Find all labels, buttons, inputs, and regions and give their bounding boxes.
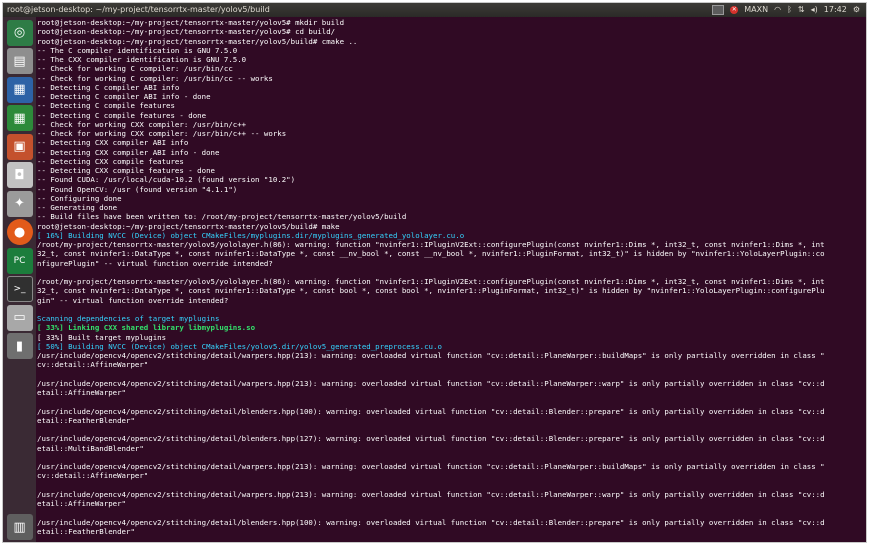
terminal-output[interactable]: root@jetson-desktop:~/my-project/tensorr… <box>37 18 866 542</box>
terminal-line: -- The CXX compiler identification is GN… <box>37 55 247 64</box>
nvidia-icon[interactable] <box>712 5 725 15</box>
terminal-line: -- Found CUDA: /usr/local/cuda-10.2 (fou… <box>37 175 296 185</box>
system-tray: ✕ MAXN ◠ ᛒ ⇅ ◂) 17:42 ⚙ <box>712 3 860 17</box>
terminal-line: [ 33%] Built target myplugins <box>37 332 167 342</box>
firefox-icon: ● <box>13 224 26 240</box>
trash-icon: ▥ <box>13 519 26 535</box>
drive-icon: ▭ <box>13 310 26 325</box>
libreoffice-impress-icon: ▣ <box>13 139 26 154</box>
terminal-line: root@jetson-desktop:~/my-project/tensorr… <box>37 221 340 231</box>
terminal-line: -- Detecting C compiler ABI info <box>37 82 180 92</box>
terminal-line: -- Check for working CXX compiler: /usr/… <box>37 129 287 138</box>
terminal-line: Scanning dependencies of target myplugin… <box>37 314 220 323</box>
terminal-line: /usr/include/opencv4/opencv2/stitching/d… <box>37 462 825 471</box>
keyboard-icon[interactable]: ⇅ <box>798 3 805 17</box>
terminal-line: /usr/include/opencv4/opencv2/stitching/d… <box>37 517 825 527</box>
wifi-icon[interactable]: ◠ <box>774 3 781 17</box>
terminal-line: -- Detecting CXX compile features - done <box>37 166 215 175</box>
terminal-line: -- Detecting CXX compile features <box>37 156 184 166</box>
terminal-line: /usr/include/opencv4/opencv2/stitching/d… <box>37 489 825 499</box>
terminal-line: -- Check for working C compiler: /usr/bi… <box>37 73 273 83</box>
terminal-line: nfigurePlugin" -- virtual function overr… <box>37 258 273 268</box>
top-panel: root@jetson-desktop: ~/my-project/tensor… <box>3 3 866 17</box>
terminal-line: -- Detecting C compile features - done <box>37 110 207 120</box>
gear-icon[interactable]: ⚙ <box>853 3 860 17</box>
libreoffice-impress-launcher-button[interactable]: ▣ <box>6 133 33 160</box>
terminal-line: cv::detail::AffineWarper" <box>37 360 149 370</box>
ubuntu-logo-launcher-button[interactable]: ◎ <box>6 19 33 46</box>
terminal-line: -- Detecting CXX compiler ABI info <box>37 138 189 148</box>
bluetooth-icon[interactable]: ᛒ <box>787 3 792 17</box>
drive-launcher-button[interactable]: ▭ <box>6 304 33 331</box>
libreoffice-calc-icon: ▦ <box>13 110 26 126</box>
terminal-line: etail::MultiBandBlender" <box>37 443 144 453</box>
firefox-launcher-button[interactable]: ● <box>6 219 33 245</box>
files-icon: ▤ <box>13 53 26 69</box>
terminal-line: [ 16%] Building NVCC (Device) object CMa… <box>37 230 465 240</box>
libreoffice-calc-launcher-button[interactable]: ▦ <box>6 105 33 131</box>
terminal-line: -- The C compiler identification is GNU … <box>37 45 238 55</box>
files-launcher-button[interactable]: ▤ <box>6 48 33 74</box>
terminal-line: etail::FeatherBlender" <box>37 415 135 425</box>
libreoffice-writer-launcher-button[interactable]: ▦ <box>6 76 33 103</box>
terminal-line: -- Build files have been written to: /ro… <box>37 212 407 222</box>
system-settings-icon: ✦ <box>14 196 25 211</box>
terminal-line: 32_t, const nvinfer1::DataType *, const … <box>37 249 825 259</box>
clock[interactable]: 17:42 <box>824 3 847 17</box>
terminal-line: -- Detecting C compiler ABI info - done <box>37 92 211 101</box>
software-center-icon: ◘ <box>14 167 25 183</box>
terminal-line: /usr/include/opencv4/opencv2/stitching/d… <box>37 406 825 416</box>
terminal-line: -- Generating done <box>37 203 118 212</box>
terminal-line: etail::FeatherBlender" <box>37 526 135 536</box>
red-status-icon[interactable]: ✕ <box>730 6 739 14</box>
trash-launcher-button[interactable]: ▥ <box>6 514 33 540</box>
terminal-line: cv::detail::AffineWarper" <box>37 471 149 481</box>
terminal-line: root@jetson-desktop:~/my-project/tensorr… <box>37 27 336 37</box>
terminal-line: -- Detecting CXX compiler ABI info - don… <box>37 147 220 157</box>
software-center-launcher-button[interactable]: ◘ <box>6 162 33 188</box>
terminal-line: /root/my-project/tensorrtx-master/yolov5… <box>37 277 825 286</box>
volume-icon[interactable]: ◂) <box>811 3 818 17</box>
terminal-line: /root/my-project/tensorrtx-master/yolov5… <box>37 240 825 249</box>
usb-drive-launcher-button[interactable]: ▮ <box>6 333 33 359</box>
window-title: root@jetson-desktop: ~/my-project/tensor… <box>7 5 270 14</box>
terminal-line: /usr/include/opencv4/opencv2/stitching/d… <box>37 351 825 360</box>
power-mode-indicator[interactable]: MAXN <box>744 3 768 17</box>
terminal-launcher-button[interactable]: >_ <box>6 276 33 302</box>
desktop-screen: root@jetson-desktop: ~/my-project/tensor… <box>2 2 867 543</box>
ubuntu-logo-icon: ◎ <box>13 25 26 40</box>
terminal-line: root@jetson-desktop:~/my-project/tensorr… <box>37 36 358 46</box>
terminal-icon: >_ <box>13 284 26 294</box>
terminal-line: etail::AffineWarper" <box>37 388 126 397</box>
launcher: ◎ ▤ ▦ ▦ ▣ ◘ ✦ ● PC >_ ▭ ▮ ▥ <box>3 17 36 542</box>
system-settings-launcher-button[interactable]: ✦ <box>6 190 33 217</box>
pycharm-launcher-button[interactable]: PC <box>6 247 33 274</box>
terminal-line: -- Found OpenCV: /usr (found version "4.… <box>37 184 238 194</box>
terminal-line: -- Check for working C compiler: /usr/bi… <box>37 64 233 74</box>
usb-drive-icon: ▮ <box>15 338 24 354</box>
terminal-line: root@jetson-desktop:~/my-project/tensorr… <box>37 18 345 27</box>
terminal-line: -- Configuring done <box>37 193 122 203</box>
terminal-line: etail::AffineWarper" <box>37 499 126 508</box>
terminal-line: -- Check for working CXX compiler: /usr/… <box>37 119 247 129</box>
power-mode-label: MAXN <box>744 5 769 14</box>
terminal-line: [ 50%] Building NVCC (Device) object CMa… <box>37 341 442 351</box>
terminal-line: /usr/include/opencv4/opencv2/stitching/d… <box>37 378 825 388</box>
terminal-line: [ 33%] Linking CXX shared library libmyp… <box>37 323 256 333</box>
libreoffice-writer-icon: ▦ <box>13 82 26 97</box>
terminal-line: gin" -- virtual function override intend… <box>37 295 229 305</box>
pycharm-icon: PC <box>13 255 26 266</box>
terminal-line: /usr/include/opencv4/opencv2/stitching/d… <box>37 434 825 444</box>
terminal-line: 32_t, const nvinfer1::DataType *, const … <box>37 286 825 296</box>
terminal-line: -- Detecting C compile features <box>37 101 175 111</box>
